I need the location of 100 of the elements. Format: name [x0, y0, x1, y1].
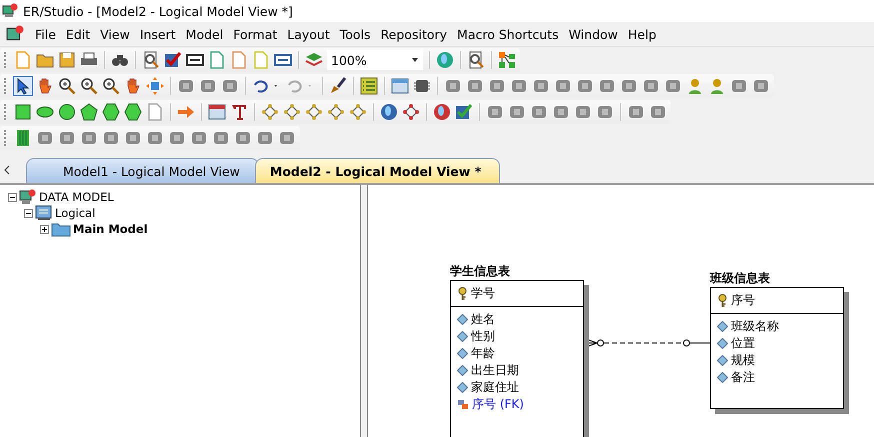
- app-icon: [2, 3, 18, 19]
- grayed-icon[interactable]: [36, 129, 54, 147]
- menu-item[interactable]: Tools: [334, 26, 376, 42]
- menu-item[interactable]: Window: [564, 26, 623, 42]
- grayed-icon[interactable]: [190, 129, 208, 147]
- grayed-icon[interactable]: [278, 129, 296, 147]
- tree-toggle-icon[interactable]: [24, 208, 33, 218]
- hexagon-icon[interactable]: [102, 103, 120, 121]
- zoom-icon[interactable]: [80, 77, 98, 95]
- grayed-icon[interactable]: [488, 77, 506, 95]
- monitor-icon: [35, 205, 53, 221]
- menu-item[interactable]: Repository: [376, 26, 452, 42]
- zoom-dropdown[interactable]: 100%: [327, 50, 423, 70]
- grayed-icon[interactable]: [124, 129, 142, 147]
- attribute-name: 性别: [471, 328, 495, 345]
- menu-item[interactable]: Insert: [134, 26, 181, 42]
- zoom-fit-icon[interactable]: [102, 77, 120, 95]
- chip-icon[interactable]: [413, 77, 431, 95]
- text-tool-icon[interactable]: [230, 103, 248, 121]
- menu-item[interactable]: Format: [228, 26, 282, 42]
- grayed-icon[interactable]: [146, 129, 164, 147]
- foreign-key-icon: [457, 399, 469, 410]
- attribute-name: 家庭住址: [471, 379, 519, 396]
- title-bar-icon[interactable]: [208, 103, 226, 121]
- grayed-icon[interactable]: [664, 77, 682, 95]
- zoom-in-icon[interactable]: [58, 77, 76, 95]
- tree-item[interactable]: Main Model: [73, 222, 148, 236]
- grayed-icon[interactable]: [466, 77, 484, 95]
- brush-icon[interactable]: [329, 77, 347, 95]
- grayed-icon[interactable]: [730, 77, 748, 95]
- move-icon[interactable]: [146, 77, 164, 95]
- pointer-icon[interactable]: [14, 77, 32, 95]
- tree-item[interactable]: Logical: [55, 206, 96, 220]
- grayed-icon[interactable]: [576, 77, 594, 95]
- attribute-name: 序号 (FK): [472, 396, 524, 413]
- grayed-icon[interactable]: [752, 77, 770, 95]
- grayed-icon[interactable]: [102, 129, 120, 147]
- grayed-icon[interactable]: [510, 77, 528, 95]
- checkmark-icon[interactable]: [164, 51, 182, 69]
- bar-icon[interactable]: [14, 129, 32, 147]
- menu-item[interactable]: File: [30, 26, 61, 42]
- grayed-icon[interactable]: [598, 77, 616, 95]
- diamond-icon: [457, 382, 468, 393]
- diamond-icon: [717, 338, 728, 349]
- tree-item[interactable]: DATA MODEL: [39, 190, 114, 204]
- grayed-icon[interactable]: [620, 77, 638, 95]
- square-icon[interactable]: [14, 103, 32, 121]
- grayed-icon[interactable]: [80, 129, 98, 147]
- attribute-name: 备注: [731, 369, 755, 386]
- grayed-icon[interactable]: [256, 129, 274, 147]
- search-document-icon[interactable]: [467, 51, 485, 69]
- grayed-icon[interactable]: [212, 129, 230, 147]
- new-file-icon[interactable]: [14, 51, 32, 69]
- menu-item[interactable]: Layout: [282, 26, 335, 42]
- pentagon-icon[interactable]: [80, 103, 98, 121]
- caret-icon: [411, 57, 419, 63]
- diamond-icon: [717, 321, 728, 332]
- menu-item[interactable]: Model: [180, 26, 228, 42]
- grayed-icon[interactable]: [234, 129, 252, 147]
- tab[interactable]: Model2 - Logical Model View *: [254, 158, 500, 183]
- folder-icon: [51, 221, 71, 237]
- person-icon[interactable]: [686, 77, 704, 95]
- grayed-icon[interactable]: [642, 77, 660, 95]
- diamond-icon: [717, 355, 728, 366]
- grayed-icon[interactable]: [58, 129, 76, 147]
- attribute-name: 位置: [731, 335, 755, 352]
- grayed-icon[interactable]: [168, 129, 186, 147]
- key-icon: [717, 294, 728, 307]
- tree-toggle-icon[interactable]: [8, 192, 17, 202]
- key-icon: [457, 287, 468, 300]
- attribute-name: 年龄: [471, 345, 495, 362]
- attribute-name: 出生日期: [471, 362, 519, 379]
- arrow-icon[interactable]: [177, 103, 195, 121]
- attribute-name: 规模: [731, 352, 755, 369]
- attribute-name: 班级名称: [731, 318, 779, 335]
- circle-icon[interactable]: [58, 103, 76, 121]
- scroll-left-icon[interactable]: [4, 165, 10, 175]
- primary-key: 学号: [471, 285, 495, 302]
- grayed-icon[interactable]: [554, 77, 572, 95]
- window-title: ER/Studio - [Model2 - Logical Model View *]: [23, 4, 293, 18]
- menu-item[interactable]: Macro Shortcuts: [452, 26, 564, 42]
- tree-toggle-icon[interactable]: [40, 224, 49, 234]
- grayed-icon[interactable]: [532, 77, 550, 95]
- list-icon[interactable]: [360, 77, 378, 95]
- menu-item[interactable]: Edit: [60, 26, 96, 42]
- preview-icon[interactable]: [142, 51, 160, 69]
- grayed-icon[interactable]: [444, 77, 462, 95]
- tab[interactable]: Model1 - Logical Model View: [26, 158, 259, 183]
- diagram-icon[interactable]: [498, 51, 516, 69]
- diamond-icon: [457, 331, 468, 342]
- entity-name: 班级信息表: [710, 270, 771, 287]
- diamond-icon: [457, 365, 468, 376]
- menu-item[interactable]: Help: [622, 26, 662, 42]
- layers-icon[interactable]: [305, 51, 323, 69]
- save-icon[interactable]: [58, 51, 76, 69]
- menu-item[interactable]: View: [95, 26, 135, 42]
- window-icon[interactable]: [391, 77, 409, 95]
- diamond-icon: [457, 314, 468, 325]
- diamond-icon: [717, 372, 728, 383]
- diamond-icon: [457, 348, 468, 359]
